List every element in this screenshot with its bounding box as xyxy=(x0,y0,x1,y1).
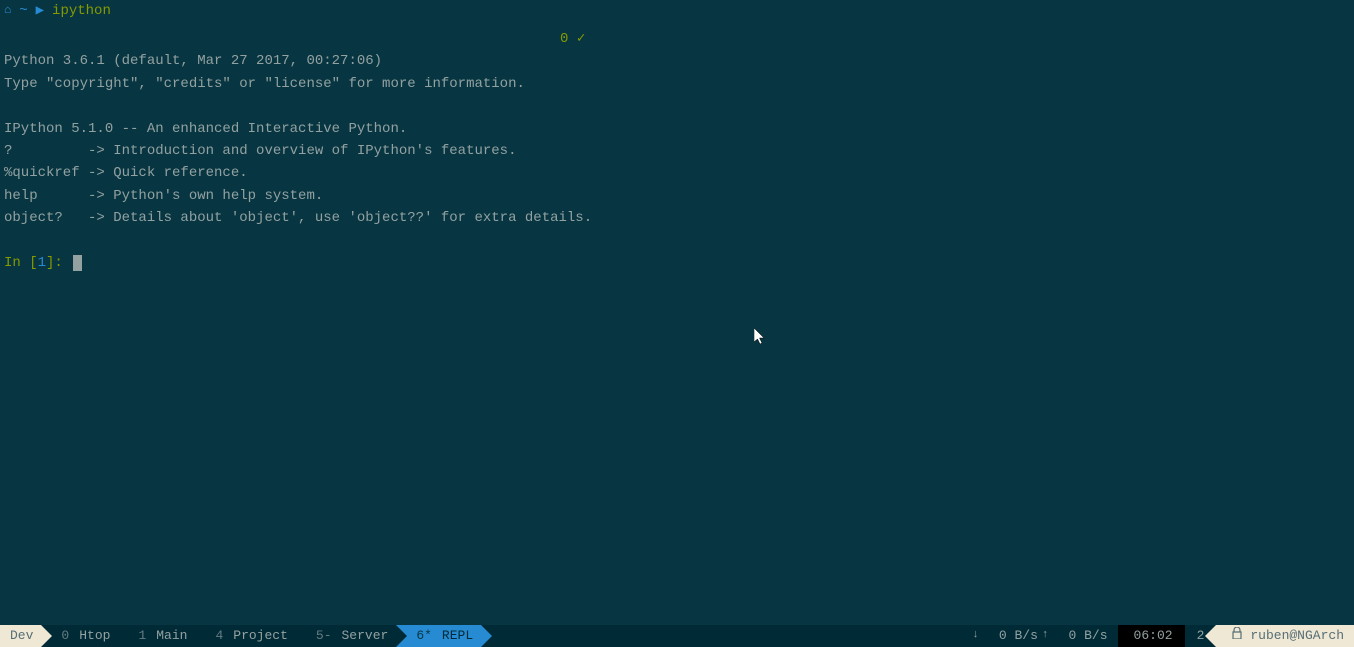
status-count: 0 xyxy=(560,31,568,47)
tab-project[interactable]: 4 Project xyxy=(195,625,295,647)
tab-label: Main xyxy=(156,626,187,647)
checkmark-icon: ✓ xyxy=(577,31,585,47)
input-cursor[interactable] xyxy=(73,255,82,271)
mouse-cursor-icon xyxy=(754,328,768,356)
tab-label: Server xyxy=(342,626,389,647)
net-up-stat: 0 B/s xyxy=(1059,625,1118,647)
tab-server[interactable]: 5- Server xyxy=(296,625,396,647)
statusbar-right: ↓ 0 B/s ↑ 0 B/s 06:02 2 ruben@NGArch xyxy=(958,625,1354,647)
home-icon: ⌂ xyxy=(4,1,11,20)
copyright-line: Type "copyright", "credits" or "license"… xyxy=(4,76,525,92)
tab-num: 1 xyxy=(138,626,146,647)
tab-label: Project xyxy=(233,626,288,647)
ipython-version-line: IPython 5.1.0 -- An enhanced Interactive… xyxy=(4,121,407,137)
tab-label: REPL xyxy=(442,626,473,647)
net-up-value: 0 B/s xyxy=(1069,626,1108,647)
net-down-value: 0 B/s xyxy=(999,626,1038,647)
tab-num: 4 xyxy=(215,626,223,647)
tab-htop[interactable]: 0 Htop xyxy=(41,625,118,647)
ipython-prompt-in: In [ xyxy=(4,255,38,271)
clock-time: 06:02 xyxy=(1134,626,1173,647)
down-arrow-icon: ↓ xyxy=(972,627,979,645)
clock-segment: 06:02 xyxy=(1118,625,1185,647)
help-intro-line: ? -> Introduction and overview of IPytho… xyxy=(4,143,516,159)
tmux-status-bar: Dev 0 Htop 1 Main 4 Project 5- Server 6*… xyxy=(0,625,1354,647)
net-down-stat: 0 B/s ↑ xyxy=(989,625,1059,647)
lock-icon xyxy=(1232,626,1242,647)
up-arrow-icon: ↑ xyxy=(1042,627,1049,645)
object-help-line: object? -> Details about 'object', use '… xyxy=(4,210,592,226)
user-host-text: ruben@NGArch xyxy=(1250,626,1344,647)
help-line: help -> Python's own help system. xyxy=(4,188,323,204)
statusbar-spacer xyxy=(481,625,958,647)
net-down-indicator: ↓ xyxy=(958,625,989,647)
tab-main[interactable]: 1 Main xyxy=(118,625,195,647)
user-host-segment: ruben@NGArch xyxy=(1216,625,1354,647)
shell-prompt-bar: ⌂ ~ ▶ ipython xyxy=(0,0,1354,22)
tab-repl-active[interactable]: 6* REPL xyxy=(396,625,481,647)
session-label: Dev xyxy=(10,626,33,647)
tab-num: 5- xyxy=(316,626,332,647)
cwd-tilde: ~ xyxy=(19,0,27,22)
tab-label: Htop xyxy=(79,626,110,647)
ipython-prompt-number: 1 xyxy=(38,255,46,271)
quickref-line: %quickref -> Quick reference. xyxy=(4,165,248,181)
prompt-arrow-icon: ▶ xyxy=(36,0,44,22)
count-value: 2 xyxy=(1197,626,1205,647)
ipython-prompt-close: ]: xyxy=(46,255,71,271)
python-version-line: Python 3.6.1 (default, Mar 27 2017, 00:2… xyxy=(4,53,382,69)
entered-command: ipython xyxy=(52,0,111,22)
status-indicator: 0 ✓ xyxy=(560,28,585,50)
session-name[interactable]: Dev xyxy=(0,625,41,647)
tab-num: 0 xyxy=(61,626,69,647)
terminal-output[interactable]: Python 3.6.1 (default, Mar 27 2017, 00:2… xyxy=(0,22,1354,280)
tab-num: 6* xyxy=(416,626,432,647)
